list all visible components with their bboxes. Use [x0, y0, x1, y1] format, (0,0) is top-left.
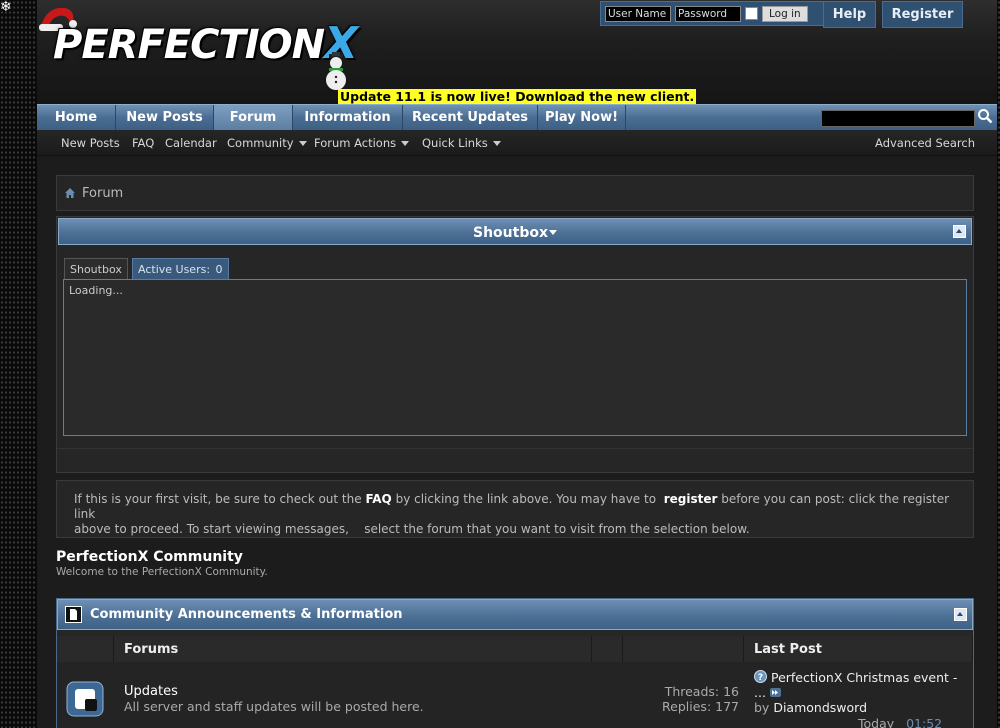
advanced-search-link[interactable]: Advanced Search: [875, 136, 975, 150]
loading-text: Loading...: [69, 284, 123, 297]
community-subtitle: Welcome to the PerfectionX Community.: [56, 566, 268, 578]
left-background-pattern: [0, 0, 37, 728]
welcome-text-4: above to proceed. To start viewing messa…: [74, 522, 349, 536]
login-button[interactable]: Log in: [762, 5, 808, 22]
col-forums-label: Forums: [124, 641, 179, 657]
last-post-date: Today 01:52 PM: [858, 716, 964, 728]
go-to-post-icon[interactable]: [769, 688, 781, 697]
col-last-post-label: Last Post: [754, 641, 822, 657]
register-button[interactable]: Register: [882, 1, 963, 28]
table-row: Updates All server and staff updates wil…: [57, 662, 973, 728]
tab-new-posts[interactable]: New Posts: [116, 105, 214, 130]
col-last-post-header: Last Post: [744, 636, 973, 662]
shoutbox-panel: Shoutbox Shoutbox Active Users: 0 Loadin…: [56, 216, 974, 473]
forum-link-updates[interactable]: Updates: [124, 684, 178, 699]
last-post-title-cont[interactable]: ...: [754, 685, 766, 700]
replies-count: Replies: 177: [662, 699, 739, 714]
subnav-calendar[interactable]: Calendar: [165, 136, 217, 150]
shoutbox-title[interactable]: Shoutbox: [59, 219, 971, 246]
sub-navbar: New Posts FAQ Calendar Community Forum A…: [37, 130, 997, 156]
username-input[interactable]: [605, 5, 671, 22]
subnav-label: FAQ: [132, 136, 155, 150]
welcome-text-5: select the forum that you want to visit …: [364, 522, 750, 536]
site-header: PERFECTIONX Update 11.1 is now live! Dow…: [37, 0, 997, 104]
welcome-notice: If this is your first visit, be sure to …: [56, 480, 974, 538]
subnav-label: Community: [227, 136, 294, 150]
search-icon[interactable]: [977, 108, 993, 124]
col-stats-header: [623, 636, 744, 662]
last-post-by: by: [754, 700, 770, 715]
shoutbox-footer: [57, 448, 973, 472]
threads-count: Threads: 16: [664, 684, 739, 699]
tab-forum[interactable]: Forum: [214, 105, 293, 130]
snowman-icon: [326, 52, 346, 90]
snowflake-icon: ❄: [0, 0, 12, 15]
active-users-label: Active Users:: [138, 263, 211, 276]
collapse-button[interactable]: [954, 608, 967, 621]
tab-information[interactable]: Information: [293, 105, 403, 130]
chevron-down-icon: [298, 140, 307, 146]
subnav-label: New Posts: [61, 136, 120, 150]
shoutbox-header: Shoutbox: [58, 218, 972, 245]
chevron-down-icon: [401, 140, 410, 146]
active-users-count: 0: [215, 263, 223, 276]
welcome-text-1: If this is your first visit, be sure to …: [74, 492, 362, 506]
breadcrumb: Forum: [56, 175, 974, 211]
tab-active-users[interactable]: Active Users: 0: [132, 258, 229, 280]
breadcrumb-forum[interactable]: Forum: [82, 186, 123, 201]
password-input[interactable]: [675, 5, 741, 22]
tab-home[interactable]: Home: [37, 105, 116, 130]
category-title: Community Announcements & Information: [90, 607, 403, 622]
home-icon[interactable]: [64, 187, 76, 199]
document-icon: [65, 606, 82, 623]
chevron-down-icon: [549, 230, 557, 235]
subnav-label: Quick Links: [422, 136, 488, 150]
main-navbar: Home New Posts Forum Information Recent …: [37, 104, 997, 130]
category-header[interactable]: Community Announcements & Information: [57, 599, 973, 630]
remember-me-checkbox[interactable]: [745, 7, 758, 20]
update-announcement[interactable]: Update 11.1 is now live! Download the ne…: [338, 89, 697, 104]
subnav-forum-actions[interactable]: Forum Actions: [314, 136, 410, 150]
page-wrapper: PERFECTIONX Update 11.1 is now live! Dow…: [37, 0, 997, 728]
login-form: Log in: [600, 1, 851, 26]
tab-play-now[interactable]: Play Now!: [538, 105, 626, 130]
welcome-text-2: by clicking the link above. You may have…: [395, 492, 657, 506]
logo-text: PERFECTION: [53, 22, 325, 68]
forum-description: All server and staff updates will be pos…: [124, 699, 424, 714]
subnav-new-posts[interactable]: New Posts: [61, 136, 120, 150]
forum-stats: Threads: 16 Replies: 177: [622, 684, 739, 714]
subnav-faq[interactable]: FAQ: [132, 136, 154, 150]
svg-text:?: ?: [758, 673, 763, 683]
col-icon-header: [57, 636, 114, 662]
site-logo[interactable]: PERFECTIONX: [53, 18, 358, 69]
subnav-label: Calendar: [165, 136, 217, 150]
subnav-quick-links[interactable]: Quick Links: [422, 136, 501, 150]
shoutbox-messages: Loading...: [63, 279, 967, 436]
last-post-title[interactable]: PerfectionX Christmas event -: [771, 670, 957, 685]
last-post-user[interactable]: Diamondsword: [773, 700, 867, 715]
col-forums-header: Forums: [114, 636, 592, 662]
subnav-label: Forum Actions: [314, 136, 397, 150]
community-title: PerfectionX Community: [56, 549, 243, 565]
subnav-community[interactable]: Community: [227, 136, 307, 150]
question-icon: ?: [754, 670, 767, 683]
faq-link[interactable]: FAQ: [365, 492, 391, 506]
help-button[interactable]: Help: [823, 1, 876, 28]
forum-category: Community Announcements & Information Fo…: [56, 598, 974, 728]
tab-shoutbox[interactable]: Shoutbox: [64, 258, 128, 280]
forum-status-icon: [66, 681, 104, 717]
chevron-down-icon: [492, 140, 501, 146]
register-link[interactable]: register: [664, 492, 718, 506]
last-post-day: Today: [858, 716, 895, 728]
collapse-button[interactable]: [953, 225, 966, 238]
last-post: ? PerfectionX Christmas event - ... by D…: [754, 670, 964, 728]
search-input[interactable]: [821, 110, 975, 127]
col-spacer-header: [592, 636, 623, 662]
tab-recent-updates[interactable]: Recent Updates: [403, 105, 538, 130]
shoutbox-title-text: Shoutbox: [473, 224, 548, 241]
